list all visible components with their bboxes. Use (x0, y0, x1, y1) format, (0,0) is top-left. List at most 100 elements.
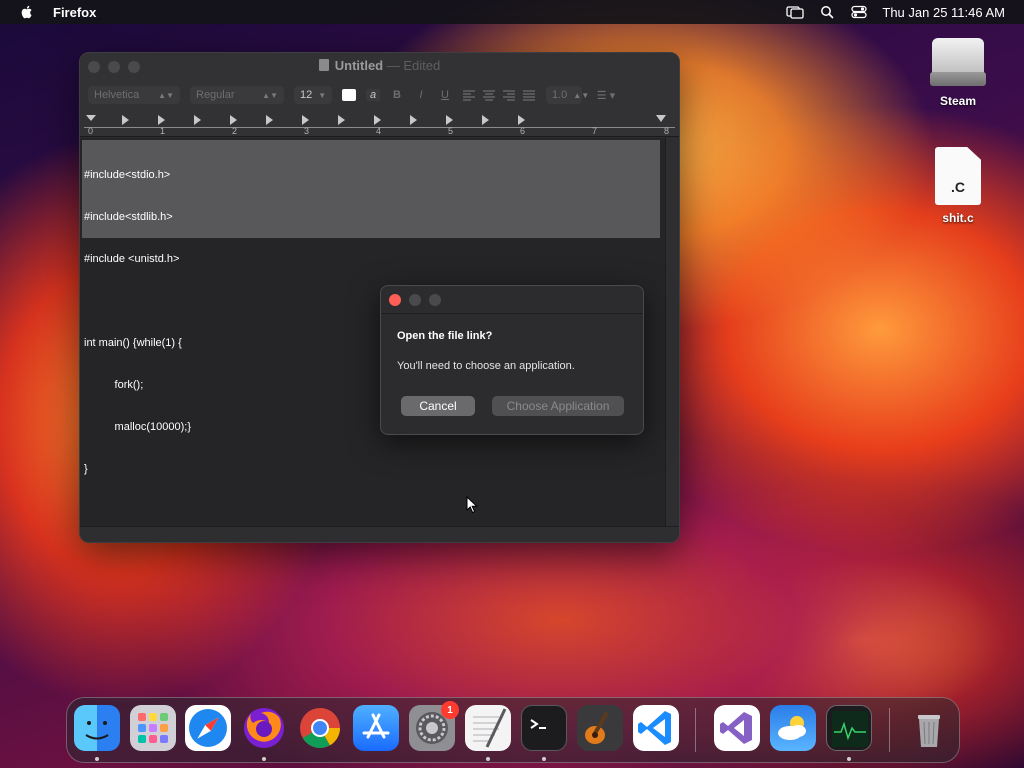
text-alignment-icons[interactable] (462, 89, 536, 101)
dialog-traffic-lights (389, 294, 441, 306)
code-line: } (84, 463, 88, 475)
code-line: fork(); (84, 379, 144, 391)
tab-stop-icon[interactable] (230, 115, 237, 125)
chevron-updown-icon: ▲▼ (573, 90, 590, 100)
dock-separator (889, 708, 890, 752)
code-line: #include<stdlib.h> (84, 211, 173, 223)
tab-stop-icon[interactable] (410, 115, 417, 125)
desktop-icon-steam[interactable]: Steam (918, 34, 998, 108)
textedit-icon[interactable] (465, 705, 511, 751)
activity-monitor-icon[interactable] (826, 705, 872, 751)
font-size-select[interactable]: 12 ▼ (294, 86, 332, 104)
menu-app-name[interactable]: Firefox (53, 5, 96, 20)
visual-studio-icon[interactable] (714, 705, 760, 751)
app-store-icon[interactable] (353, 705, 399, 751)
file-extension-label: .C (951, 179, 965, 195)
italic-button[interactable]: I (414, 89, 428, 101)
underline-button[interactable]: U (438, 89, 452, 101)
text-color-swatch[interactable] (342, 89, 356, 101)
tab-stop-icon[interactable] (302, 115, 309, 125)
tab-stop-icon[interactable] (266, 115, 273, 125)
indent-marker-icon[interactable] (86, 115, 96, 121)
chevron-updown-icon: ▲▼ (262, 90, 278, 100)
tab-stop-icon[interactable] (194, 115, 201, 125)
list-bullets-icon[interactable]: ☰ ▾ (592, 89, 620, 102)
dialog-message: You'll need to choose an application. (397, 360, 575, 372)
window-titlebar: Untitled — Edited Helvetica ▲▼ Regular ▲▼ … (80, 53, 679, 137)
running-indicator (95, 757, 99, 761)
chrome-icon[interactable] (297, 705, 343, 751)
finder-icon[interactable] (74, 705, 120, 751)
chevron-updown-icon: ▲▼ (158, 90, 174, 100)
notification-badge: 1 (441, 701, 459, 719)
weather-icon[interactable] (770, 705, 816, 751)
vscode-icon[interactable] (633, 705, 679, 751)
code-line: #include<stdio.h> (84, 169, 171, 181)
chevron-down-icon: ▼ (318, 90, 327, 100)
safari-icon[interactable] (185, 705, 231, 751)
garageband-icon[interactable] (577, 705, 623, 751)
highlight-color-icon[interactable]: a (366, 89, 380, 101)
firefox-icon[interactable] (241, 705, 287, 751)
running-indicator (486, 757, 490, 761)
running-indicator (262, 757, 266, 761)
hard-drive-icon (930, 34, 986, 90)
code-line: #include <unistd.h> (84, 253, 180, 265)
tab-stop-icon[interactable] (158, 115, 165, 125)
ruler-number: 4 (376, 126, 382, 136)
horizontal-scrollbar[interactable] (80, 526, 679, 542)
font-family-select[interactable]: Helvetica ▲▼ (88, 86, 180, 104)
tab-stop-icon[interactable] (482, 115, 489, 125)
control-center-icon[interactable] (850, 5, 868, 19)
tab-stop-icon[interactable] (446, 115, 453, 125)
dock-separator (695, 708, 696, 752)
system-settings-icon[interactable]: 1 (409, 701, 459, 751)
dialog-titlebar (381, 286, 643, 314)
ruler-number: 5 (448, 126, 454, 136)
menu-clock[interactable]: Thu Jan 25 11:46 AM (882, 5, 1005, 20)
dock: 1 (66, 697, 960, 763)
desktop-icon-c-file[interactable]: .C shit.c (918, 147, 998, 225)
apple-icon[interactable] (19, 4, 35, 20)
screen-mirroring-icon[interactable] (786, 5, 805, 19)
zoom-icon (429, 294, 441, 306)
menu-bar: Firefox Thu Jan 25 11:46 AM (0, 0, 1024, 24)
ruler[interactable]: 0 1 2 3 4 5 6 7 8 (84, 115, 675, 136)
code-line: int main() {while(1) { (84, 337, 182, 349)
window-title-state: Edited (403, 58, 441, 73)
tab-stop-icon[interactable] (374, 115, 381, 125)
window-title: Untitled — Edited (80, 58, 679, 73)
tab-stop-icon[interactable] (122, 115, 129, 125)
mouse-pointer-icon (466, 496, 478, 514)
ruler-number: 2 (232, 126, 238, 136)
font-style-select[interactable]: Regular ▲▼ (190, 86, 284, 104)
menu-extras: Thu Jan 25 11:46 AM (786, 5, 1024, 20)
window-title-separator: — (386, 58, 400, 73)
desktop-icon-label: shit.c (942, 211, 974, 225)
trash-icon[interactable] (906, 705, 952, 751)
ruler-number: 0 (88, 126, 94, 136)
right-margin-marker-icon[interactable] (656, 115, 666, 122)
tab-stop-icon[interactable] (338, 115, 345, 125)
choose-application-button[interactable]: Choose Application (492, 396, 624, 416)
running-indicator (847, 757, 851, 761)
close-icon[interactable] (389, 294, 401, 306)
cancel-button[interactable]: Cancel (401, 396, 475, 416)
spotlight-search-icon[interactable] (818, 5, 836, 19)
terminal-icon[interactable] (521, 705, 567, 751)
ruler-number: 7 (592, 126, 598, 136)
bold-button[interactable]: B (390, 89, 404, 101)
ruler-number: 6 (520, 126, 526, 136)
format-bar: Helvetica ▲▼ Regular ▲▼ 12 ▼ a B I U 1.0 ▲▼ … (88, 85, 620, 105)
ruler-number: 8 (664, 126, 670, 136)
open-file-link-dialog: Open the file link? You'll need to choos… (380, 285, 644, 435)
vertical-scrollbar[interactable] (665, 138, 679, 528)
document-text[interactable]: #include<stdio.h> #include<stdlib.h> #in… (84, 140, 191, 504)
ruler-number: 3 (304, 126, 310, 136)
line-spacing-select[interactable]: 1.0 ▲▼ (546, 86, 589, 104)
launchpad-icon[interactable] (130, 705, 176, 751)
document-icon (318, 59, 329, 71)
tab-stop-icon[interactable] (518, 115, 525, 125)
running-indicator (542, 757, 546, 761)
